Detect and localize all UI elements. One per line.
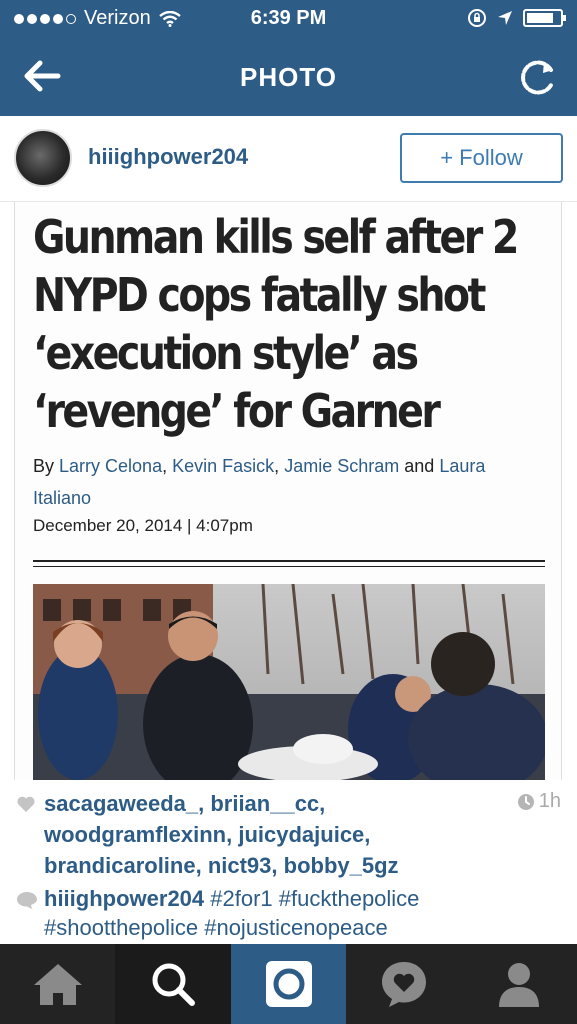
activity-icon xyxy=(381,962,426,1007)
clock-icon xyxy=(517,793,534,810)
caption-section: hiiighpower204 #2for1 #fuckthepolice #sh… xyxy=(14,884,563,944)
divider xyxy=(33,566,545,567)
post-time: 1h xyxy=(517,790,561,813)
article-date: December 20, 2014 | 4:07pm xyxy=(33,516,253,535)
article-headline: Gunman kills self after 2 NYPD cops fata… xyxy=(33,210,519,438)
post-photo[interactable]: Gunman kills self after 2 NYPD cops fata… xyxy=(14,202,562,780)
tab-camera[interactable] xyxy=(230,944,347,1024)
nav-bar: PHOTO xyxy=(0,38,577,116)
tab-search[interactable] xyxy=(115,944,231,1024)
top-bar: Verizon 6:39 PM PHOTO xyxy=(0,0,577,116)
news-photo xyxy=(33,584,545,780)
location-arrow-icon xyxy=(498,11,512,25)
rotation-lock-icon xyxy=(468,9,486,27)
tab-activity[interactable] xyxy=(346,944,461,1024)
caption-text: hiiighpower204 #2for1 #fuckthepolice #sh… xyxy=(44,884,564,942)
search-icon xyxy=(152,963,196,1006)
follow-button[interactable]: + Follow xyxy=(400,133,563,183)
author-name: Larry Celona xyxy=(59,456,163,476)
author-name: Kevin Fasick xyxy=(172,456,275,476)
profile-icon xyxy=(499,963,540,1007)
camera-icon xyxy=(265,961,312,1007)
byline-and: and xyxy=(404,456,435,476)
status-bar: Verizon 6:39 PM xyxy=(0,0,577,38)
tab-profile[interactable] xyxy=(462,944,577,1024)
heart-icon xyxy=(17,796,35,812)
post-username[interactable]: hiiighpower204 xyxy=(88,144,248,170)
byline-separator: , xyxy=(162,456,168,476)
refresh-icon[interactable] xyxy=(517,56,559,98)
likes-section: sacagaweeda_, briian__cc, woodgramflexin… xyxy=(14,788,563,884)
battery-icon xyxy=(523,9,566,27)
avatar[interactable] xyxy=(14,129,72,187)
liked-by-list[interactable]: sacagaweeda_, briian__cc, woodgramflexin… xyxy=(44,788,504,881)
article-byline: By Larry Celona, Kevin Fasick, Jamie Sch… xyxy=(33,450,543,514)
author-name: Jamie Schram xyxy=(284,456,400,476)
byline-separator: , xyxy=(274,456,280,476)
time-ago-label: 1h xyxy=(538,790,561,812)
divider xyxy=(33,560,545,562)
byline-prefix: By xyxy=(33,456,55,476)
home-icon xyxy=(33,964,82,1005)
post-header: hiiighpower204 + Follow xyxy=(0,116,577,202)
page-title: PHOTO xyxy=(240,62,337,92)
tab-bar xyxy=(0,944,577,1024)
comment-bubble-icon xyxy=(17,892,37,909)
caption-username[interactable]: hiiighpower204 xyxy=(44,886,204,911)
status-right xyxy=(467,8,566,28)
tab-home[interactable] xyxy=(0,944,115,1024)
